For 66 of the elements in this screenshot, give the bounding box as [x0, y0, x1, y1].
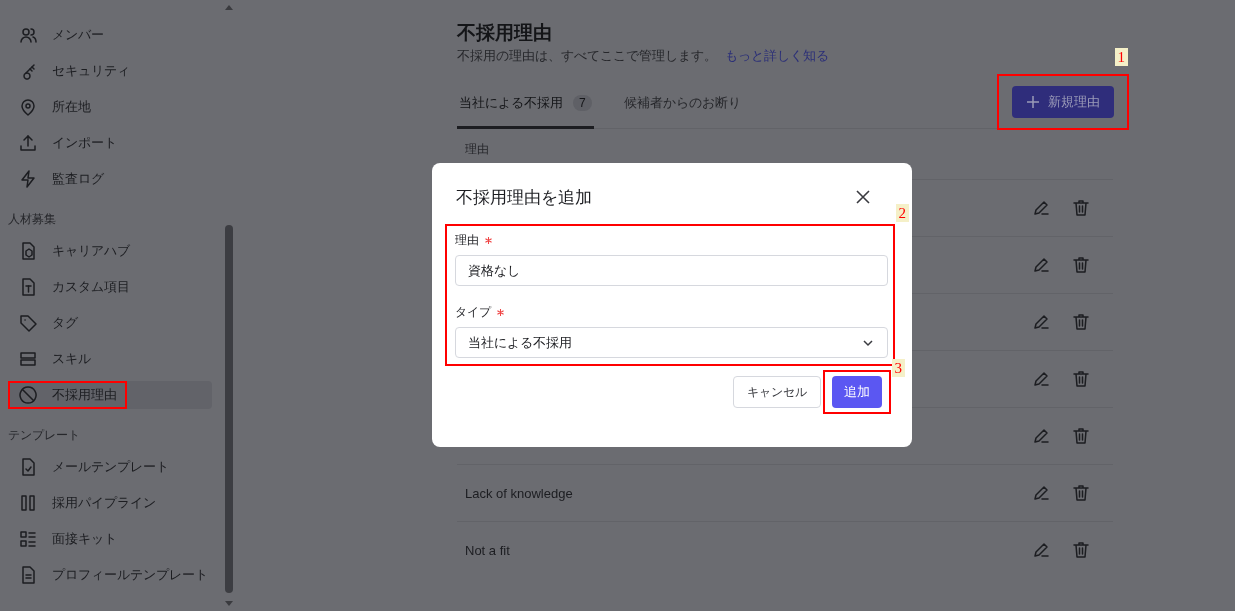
scroll-up-icon[interactable]	[224, 4, 234, 10]
tab-label: 当社による不採用	[459, 94, 563, 112]
edit-icon[interactable]	[1031, 426, 1051, 446]
sidebar-item[interactable]: 所在地	[10, 93, 212, 121]
learn-more-link[interactable]: もっと詳しく知る	[725, 46, 829, 66]
edit-icon[interactable]	[1031, 369, 1051, 389]
sidebar-item[interactable]: 不採用理由	[10, 381, 212, 409]
sidebar-item[interactable]: 面接キット	[10, 525, 212, 553]
scrollbar-thumb[interactable]	[225, 225, 233, 593]
page-title: 不採用理由	[457, 21, 553, 45]
trash-icon[interactable]	[1071, 255, 1091, 275]
sidebar-item[interactable]: カスタム項目	[10, 273, 212, 301]
stack-icon	[18, 349, 38, 369]
field-label: タイプ	[455, 304, 491, 321]
section-heading: 人材募集	[8, 211, 57, 228]
sidebar-item[interactable]: スキル	[10, 345, 212, 373]
section-heading: テンプレート	[8, 427, 81, 444]
edit-icon[interactable]	[1031, 312, 1051, 332]
upload-icon	[18, 133, 38, 153]
lightning-icon	[18, 169, 38, 189]
count-badge: 7	[573, 95, 592, 111]
cancel-button[interactable]: キャンセル	[733, 376, 821, 408]
column-header: 理由	[465, 140, 489, 158]
tab-label: 候補者からのお断り	[623, 94, 741, 112]
scroll-down-icon[interactable]	[224, 601, 234, 607]
dialog-title: 不採用理由を追加	[456, 186, 592, 209]
add-button[interactable]: 追加	[832, 376, 882, 408]
trash-icon[interactable]	[1071, 312, 1091, 332]
edit-icon[interactable]	[1031, 198, 1051, 218]
table-cell: Lack of knowledge	[465, 485, 573, 501]
sidebar-item[interactable]: プロフィールテンプレート	[10, 561, 212, 589]
tab[interactable]: 候補者からのお断り	[621, 80, 743, 129]
trash-icon[interactable]	[1071, 540, 1091, 560]
table-cell: Not a fit	[465, 542, 510, 558]
page-description: 不採用の理由は、すべてここで管理します。	[457, 48, 717, 65]
trash-icon[interactable]	[1071, 426, 1091, 446]
field-label: 理由	[455, 232, 479, 249]
ban-icon	[18, 385, 38, 405]
columns-icon	[18, 493, 38, 513]
trash-icon[interactable]	[1071, 369, 1091, 389]
edit-icon[interactable]	[1031, 255, 1051, 275]
tab[interactable]: 当社による不採用 7	[457, 80, 594, 129]
close-icon[interactable]	[855, 189, 871, 205]
trash-icon[interactable]	[1071, 198, 1091, 218]
sidebar-item[interactable]: タグ	[10, 309, 212, 337]
sidebar-item[interactable]: 監査ログ	[10, 165, 212, 193]
new-reason-button[interactable]: 新規理由	[1012, 86, 1114, 118]
tag-icon	[18, 313, 38, 333]
edit-icon[interactable]	[1031, 483, 1051, 503]
input-field[interactable]: 資格なし	[455, 255, 888, 286]
plus-icon	[1026, 95, 1040, 109]
select-field[interactable]: 当社による不採用	[455, 327, 888, 358]
sidebar-item[interactable]: メンバー	[10, 21, 212, 49]
sidebar-item[interactable]: メールテンプレート	[10, 453, 212, 481]
edit-icon[interactable]	[1031, 540, 1051, 560]
sidebar-item[interactable]: セキュリティ	[10, 57, 212, 85]
sidebar-item[interactable]: 採用パイプライン	[10, 489, 212, 517]
people-icon	[18, 25, 38, 45]
map-pin-icon	[18, 97, 38, 117]
list-icon	[18, 529, 38, 549]
annotation-number: 2	[895, 204, 909, 222]
sidebar-item[interactable]: インポート	[10, 129, 212, 157]
trash-icon[interactable]	[1071, 483, 1091, 503]
sidebar-item[interactable]: キャリアハブ	[10, 237, 212, 265]
annotation-number: 3	[891, 359, 905, 377]
annotation-number: 1	[1114, 48, 1128, 66]
